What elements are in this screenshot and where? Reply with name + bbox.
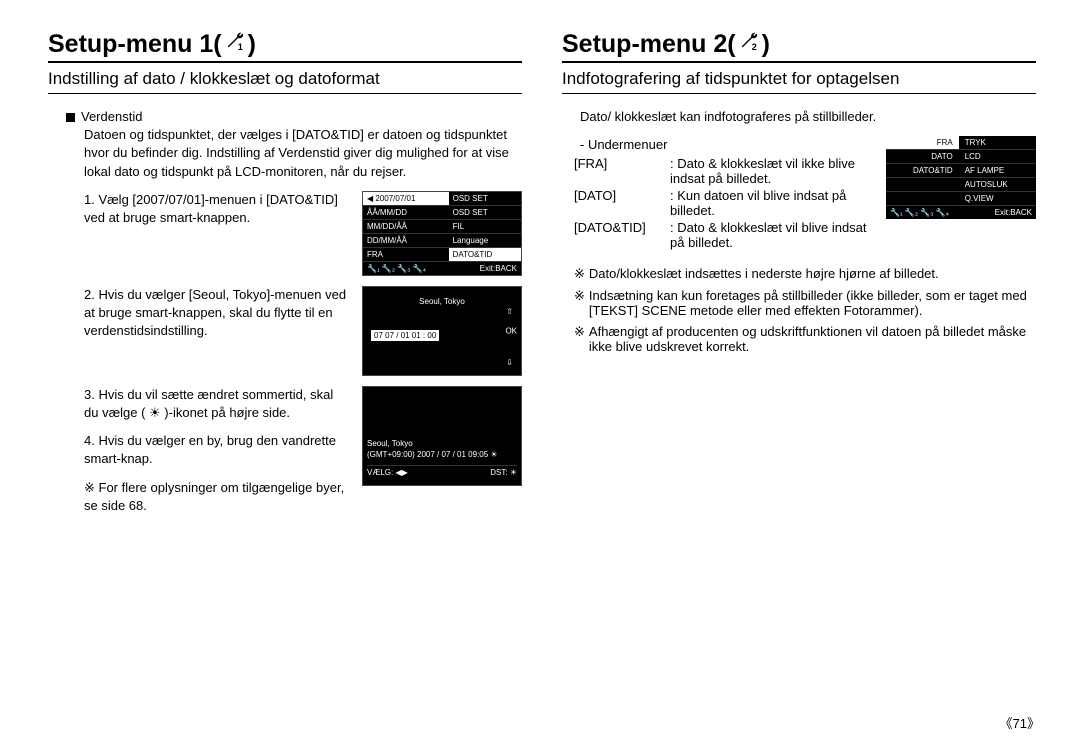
panel1-r1l: ◀ 2007/07/01 bbox=[363, 192, 449, 206]
submenu-desc-1: : Kun datoen vil blive indsat på billede… bbox=[670, 188, 874, 218]
bullet-square-icon bbox=[66, 113, 75, 122]
submenu-row-0: [FRA] : Dato & klokkeslæt vil ikke blive… bbox=[574, 156, 874, 186]
panel2-dateline: 07 07 / 01 01 : 00 bbox=[371, 330, 439, 341]
pr-r3l: DATO&TID bbox=[886, 164, 959, 178]
panel3-city: Seoul, Tokyo bbox=[367, 439, 517, 448]
panel3-gmt: (GMT+09:00) 2007 / 07 / 01 09:05 ☀ bbox=[367, 450, 517, 459]
pr-r2r: LCD bbox=[959, 150, 1036, 164]
right-column: Setup-menu 2( 2 ) Indfotografering af ti… bbox=[562, 30, 1036, 726]
step1-row: 1. Vælg [2007/07/01]-menuen i [DATO&TID]… bbox=[84, 191, 522, 276]
right-intro: Dato/ klokkeslæt kan indfotograferes på … bbox=[580, 108, 1036, 126]
step2-text: 2. Hvis du vælger [Seoul, Tokyo]-menuen … bbox=[84, 286, 350, 341]
title2-suffix: ) bbox=[762, 30, 770, 59]
note-0: ※Dato/klokkeslæt indsættes i nederste hø… bbox=[574, 266, 1036, 282]
setup-menu-2-title: Setup-menu 2( 2 ) bbox=[562, 30, 1036, 63]
lcd-panel-1: ◀ 2007/07/01OSD SET ÅÅ/MM/DDOSD SET MM/D… bbox=[362, 191, 522, 276]
section-title-left: Indstilling af dato / klokkeslæt og dato… bbox=[48, 69, 522, 94]
panel1-r5l: FRA bbox=[363, 247, 449, 261]
left-note: ※ For flere oplysninger om tilgængelige … bbox=[84, 479, 350, 515]
pr-r4r: AUTOSLUK bbox=[959, 178, 1036, 192]
panel1-r1r: OSD SET bbox=[449, 192, 521, 206]
submenu-lbl-0: [FRA] bbox=[574, 156, 664, 186]
panel1-r2l: ÅÅ/MM/DD bbox=[363, 205, 449, 219]
submenu-text: - Undermenuer [FRA] : Dato & klokkeslæt … bbox=[562, 136, 874, 250]
submenu-lbl-1: [DATO] bbox=[574, 188, 664, 218]
up-arrow-icon: ⇧ bbox=[506, 307, 513, 316]
panel3-right: DST: ☀ bbox=[490, 468, 517, 477]
panel1-r2r: OSD SET bbox=[449, 205, 521, 219]
pr-r1l: FRA bbox=[886, 136, 959, 150]
star-icon: ※ bbox=[574, 266, 585, 282]
panel3-footer: VÆLG: ◀▶ DST: ☀ bbox=[367, 465, 517, 477]
submenu-heading: - Undermenuer bbox=[580, 136, 874, 154]
submenu-lbl-2: [DATO&TID] bbox=[574, 220, 664, 250]
page-number: 《71》 bbox=[1000, 713, 1040, 732]
worldtime-block: Verdenstid Datoen og tidspunktet, der væ… bbox=[66, 108, 522, 181]
step1-text: 1. Vælg [2007/07/01]-menuen i [DATO&TID]… bbox=[84, 191, 350, 227]
note-1-text: Indsætning kan kun foretages på stillbil… bbox=[589, 288, 1036, 318]
wrench-1-icon: 1 bbox=[224, 30, 246, 59]
submenu-desc-0: : Dato & klokkeslæt vil ikke blive indsa… bbox=[670, 156, 874, 186]
step2-row: 2. Hvis du vælger [Seoul, Tokyo]-menuen … bbox=[84, 286, 522, 376]
title-text-suffix: ) bbox=[248, 30, 256, 59]
submenu-row-1: [DATO] : Kun datoen vil blive indsat på … bbox=[574, 188, 874, 218]
note-0-text: Dato/klokkeslæt indsættes i nederste høj… bbox=[589, 266, 939, 282]
lcd-panel-3: Seoul, Tokyo (GMT+09:00) 2007 / 07 / 01 … bbox=[362, 386, 522, 486]
wrench-row-icon-right: 🔧₁ 🔧₂ 🔧₃ 🔧₄ bbox=[890, 208, 949, 217]
step4-text: 4. Hvis du vælger en by, brug den vandre… bbox=[84, 432, 350, 468]
panel-right-footer: 🔧₁ 🔧₂ 🔧₃ 🔧₄ Exit:BACK bbox=[886, 206, 1036, 219]
submenu-desc-2: : Dato & klokkeslæt vil blive indsat på … bbox=[670, 220, 874, 250]
setup-menu-1-title: Setup-menu 1( 1 ) bbox=[48, 30, 522, 63]
pr-r1r: TRYK bbox=[959, 136, 1036, 150]
worldtime-label: Verdenstid bbox=[81, 109, 142, 124]
down-arrow-icon: ⇩ bbox=[506, 358, 513, 367]
panel1-footer: 🔧₁ 🔧₂ 🔧₃ 🔧₄ Exit:BACK bbox=[363, 262, 521, 275]
note-2-text: Afhængigt af producenten og udskriftfunk… bbox=[589, 324, 1036, 354]
panel1-footer-right: Exit:BACK bbox=[480, 264, 517, 273]
note-2: ※Afhængigt af producenten og udskriftfun… bbox=[574, 324, 1036, 354]
step3-text: 3. Hvis du vil sætte ændret sommertid, s… bbox=[84, 386, 350, 422]
star-icon: ※ bbox=[574, 288, 585, 318]
lcd-panel-2: Seoul, Tokyo ⇧ 07 07 / 01 01 : 00 OK ⇩ bbox=[362, 286, 522, 376]
step34-text: 3. Hvis du vil sætte ændret sommertid, s… bbox=[84, 386, 350, 515]
svg-text:1: 1 bbox=[237, 42, 242, 52]
svg-text:2: 2 bbox=[751, 42, 756, 52]
pr-footer-right: Exit:BACK bbox=[995, 208, 1032, 217]
panel2-ok: OK bbox=[505, 326, 517, 335]
panel-right-table: FRATRYK DATOLCD DATO&TIDAF LAMPE AUTOSLU… bbox=[886, 136, 1036, 206]
worldtime-desc: Datoen og tidspunktet, der vælges i [DAT… bbox=[84, 126, 522, 181]
wrench-2-icon: 2 bbox=[738, 30, 760, 59]
worldtime-heading: Verdenstid bbox=[66, 108, 522, 126]
pr-r2l: DATO bbox=[886, 150, 959, 164]
panel1-r4l: DD/MM/ÅÅ bbox=[363, 233, 449, 247]
title-text-prefix: Setup-menu 1( bbox=[48, 30, 222, 59]
note-1: ※Indsætning kan kun foretages på stillbi… bbox=[574, 288, 1036, 318]
title2-prefix: Setup-menu 2( bbox=[562, 30, 736, 59]
panel1-table: ◀ 2007/07/01OSD SET ÅÅ/MM/DDOSD SET MM/D… bbox=[363, 192, 521, 262]
section-title-right: Indfotografering af tidspunktet for opta… bbox=[562, 69, 1036, 94]
pr-r5r: Q.VIEW bbox=[959, 192, 1036, 206]
star-icon: ※ bbox=[574, 324, 585, 354]
submenu-row-2: [DATO&TID] : Dato & klokkeslæt vil blive… bbox=[574, 220, 874, 250]
panel1-r3l: MM/DD/ÅÅ bbox=[363, 219, 449, 233]
pr-r3r: AF LAMPE bbox=[959, 164, 1036, 178]
left-column: Setup-menu 1( 1 ) Indstilling af dato / … bbox=[48, 30, 522, 726]
panel1-r5r: DATO&TID bbox=[449, 247, 521, 261]
panel2-city: Seoul, Tokyo bbox=[367, 297, 517, 306]
step34-row: 3. Hvis du vil sætte ændret sommertid, s… bbox=[84, 386, 522, 515]
panel1-r4r: Language bbox=[449, 233, 521, 247]
panel3-left: VÆLG: ◀▶ bbox=[367, 468, 408, 477]
wrench-row-icon: 🔧₁ 🔧₂ 🔧₃ 🔧₄ bbox=[367, 264, 426, 273]
right-submenu-block: - Undermenuer [FRA] : Dato & klokkeslæt … bbox=[562, 136, 1036, 250]
lcd-panel-right: FRATRYK DATOLCD DATO&TIDAF LAMPE AUTOSLU… bbox=[886, 136, 1036, 219]
panel1-r3r: FIL bbox=[449, 219, 521, 233]
